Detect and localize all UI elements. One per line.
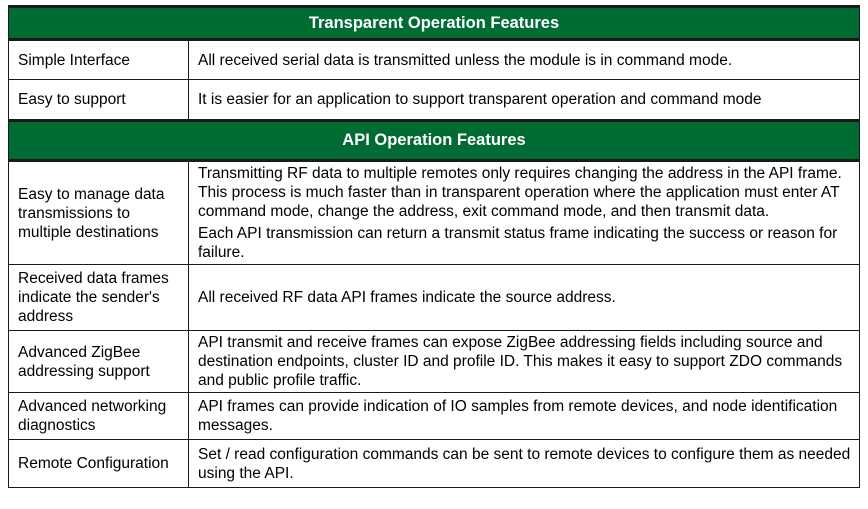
- feature-description: All received serial data is transmitted …: [188, 39, 860, 80]
- description-text: All received RF data API frames indicate…: [198, 289, 616, 306]
- section-title-text: API Operation Features: [342, 131, 526, 149]
- feature-name: Remote Configuration: [8, 439, 189, 488]
- feature-name: Simple Interface: [8, 39, 189, 80]
- section-header-api: API Operation Features: [8, 119, 860, 162]
- table-row: Advanced ZigBee addressing support API t…: [8, 330, 860, 393]
- description-text: API transmit and receive frames can expo…: [198, 334, 843, 389]
- feature-description: Set / read configuration commands can be…: [188, 439, 860, 488]
- feature-name: Easy to manage data transmissions to mul…: [8, 160, 189, 265]
- description-text: All received serial data is transmitted …: [198, 51, 733, 69]
- feature-description: API transmit and receive frames can expo…: [188, 330, 860, 393]
- feature-name: Received data frames indicate the sender…: [8, 264, 189, 331]
- description-text: It is easier for an application to suppo…: [198, 91, 762, 108]
- section-title-text: Transparent Operation Features: [308, 13, 560, 32]
- table-row: Simple Interface All received serial dat…: [8, 39, 860, 80]
- feature-description: API frames can provide indication of IO …: [188, 392, 860, 440]
- section-title: API Operation Features: [8, 119, 860, 162]
- feature-description: It is easier for an application to suppo…: [188, 79, 860, 121]
- feature-name: Easy to support: [8, 79, 189, 121]
- feature-description: Transmitting RF data to multiple remotes…: [188, 160, 860, 265]
- feature-name: Advanced ZigBee addressing support: [8, 330, 189, 393]
- section-header-transparent: Transparent Operation Features: [8, 5, 860, 41]
- table-row: Easy to support It is easier for an appl…: [8, 79, 860, 121]
- description-text: Transmitting RF data to multiple remotes…: [198, 165, 842, 220]
- section-title: Transparent Operation Features: [8, 5, 860, 41]
- table-row: Remote Configuration Set / read configur…: [8, 439, 860, 488]
- table-row: Easy to manage data transmissions to mul…: [8, 160, 860, 265]
- feature-description: All received RF data API frames indicate…: [188, 264, 860, 331]
- table-row: Advanced networking diagnostics API fram…: [8, 392, 860, 440]
- description-text: API frames can provide indication of IO …: [198, 398, 838, 434]
- feature-name: Advanced networking diagnostics: [8, 392, 189, 440]
- table-row: Received data frames indicate the sender…: [8, 264, 860, 331]
- description-text: Set / read configuration commands can be…: [198, 445, 851, 482]
- description-text: Each API transmission can return a trans…: [198, 225, 838, 261]
- features-table: Transparent Operation Features Simple In…: [8, 5, 860, 488]
